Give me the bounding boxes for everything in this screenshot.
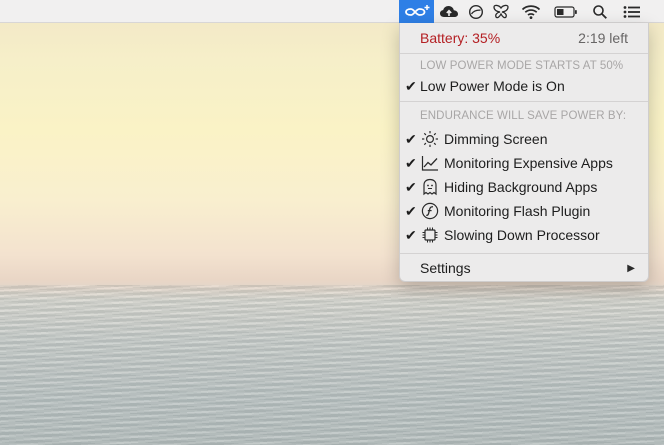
low-power-mode-label: Low Power Mode is On — [420, 78, 565, 94]
monitoring-expensive-apps-label: Monitoring Expensive Apps — [444, 155, 613, 171]
menu-separator — [400, 253, 648, 254]
monitoring-flash-plugin-item[interactable]: ✔ Monitoring Flash Plugin — [400, 200, 648, 222]
menu-bar — [0, 0, 664, 23]
hiding-background-apps-item[interactable]: ✔ Hiding Background Apps — [400, 176, 648, 198]
slowing-down-processor-label: Slowing Down Processor — [444, 227, 600, 243]
savings-header: ENDURANCE WILL SAVE POWER BY: — [420, 110, 627, 122]
cloud-upload-icon[interactable] — [437, 0, 461, 23]
low-power-mode-item[interactable]: ✔ Low Power Mode is On — [400, 75, 648, 97]
wifi-icon[interactable] — [519, 0, 543, 23]
chart-icon — [421, 154, 439, 172]
menu-separator — [400, 53, 648, 54]
cpu-chip-icon — [421, 226, 439, 244]
checkmark-icon: ✔ — [405, 178, 417, 195]
settings-label: Settings — [420, 260, 471, 276]
sun-icon — [421, 130, 439, 148]
submenu-arrow-icon: ▶ — [627, 262, 635, 274]
battery-percentage: Battery: 35% — [420, 30, 501, 46]
monitoring-expensive-apps-item[interactable]: ✔ Monitoring Expensive Apps — [400, 152, 648, 174]
notification-center-icon[interactable] — [620, 0, 644, 23]
slowing-down-processor-item[interactable]: ✔ Slowing Down Processor — [400, 224, 648, 246]
checkmark-icon: ✔ — [405, 77, 417, 94]
low-power-header: LOW POWER MODE STARTS AT 50% — [420, 60, 624, 72]
battery-status-row: Battery: 35% 2:19 left — [400, 27, 648, 49]
ghost-icon — [421, 178, 439, 196]
endurance-dropdown-menu: Battery: 35% 2:19 left LOW POWER MODE ST… — [399, 23, 649, 282]
checkmark-icon: ✔ — [405, 202, 417, 219]
endurance-infinity-icon[interactable] — [399, 0, 434, 23]
hiding-background-apps-label: Hiding Background Apps — [444, 179, 598, 195]
checkmark-icon: ✔ — [405, 130, 417, 147]
spotlight-search-icon[interactable] — [589, 0, 611, 23]
battery-time-left: 2:19 left — [578, 30, 628, 46]
butterfly-icon[interactable] — [490, 0, 512, 23]
settings-menu-item[interactable]: Settings ▶ — [400, 257, 648, 279]
monitoring-flash-plugin-label: Monitoring Flash Plugin — [444, 203, 591, 219]
battery-icon[interactable] — [552, 0, 580, 23]
checkmark-icon: ✔ — [405, 154, 417, 171]
do-not-disturb-icon[interactable] — [465, 0, 487, 23]
checkmark-icon: ✔ — [405, 226, 417, 243]
flash-icon — [421, 202, 439, 220]
dimming-screen-label: Dimming Screen — [444, 131, 548, 147]
dimming-screen-item[interactable]: ✔ Dimming Screen — [400, 128, 648, 150]
menu-separator — [400, 101, 648, 102]
